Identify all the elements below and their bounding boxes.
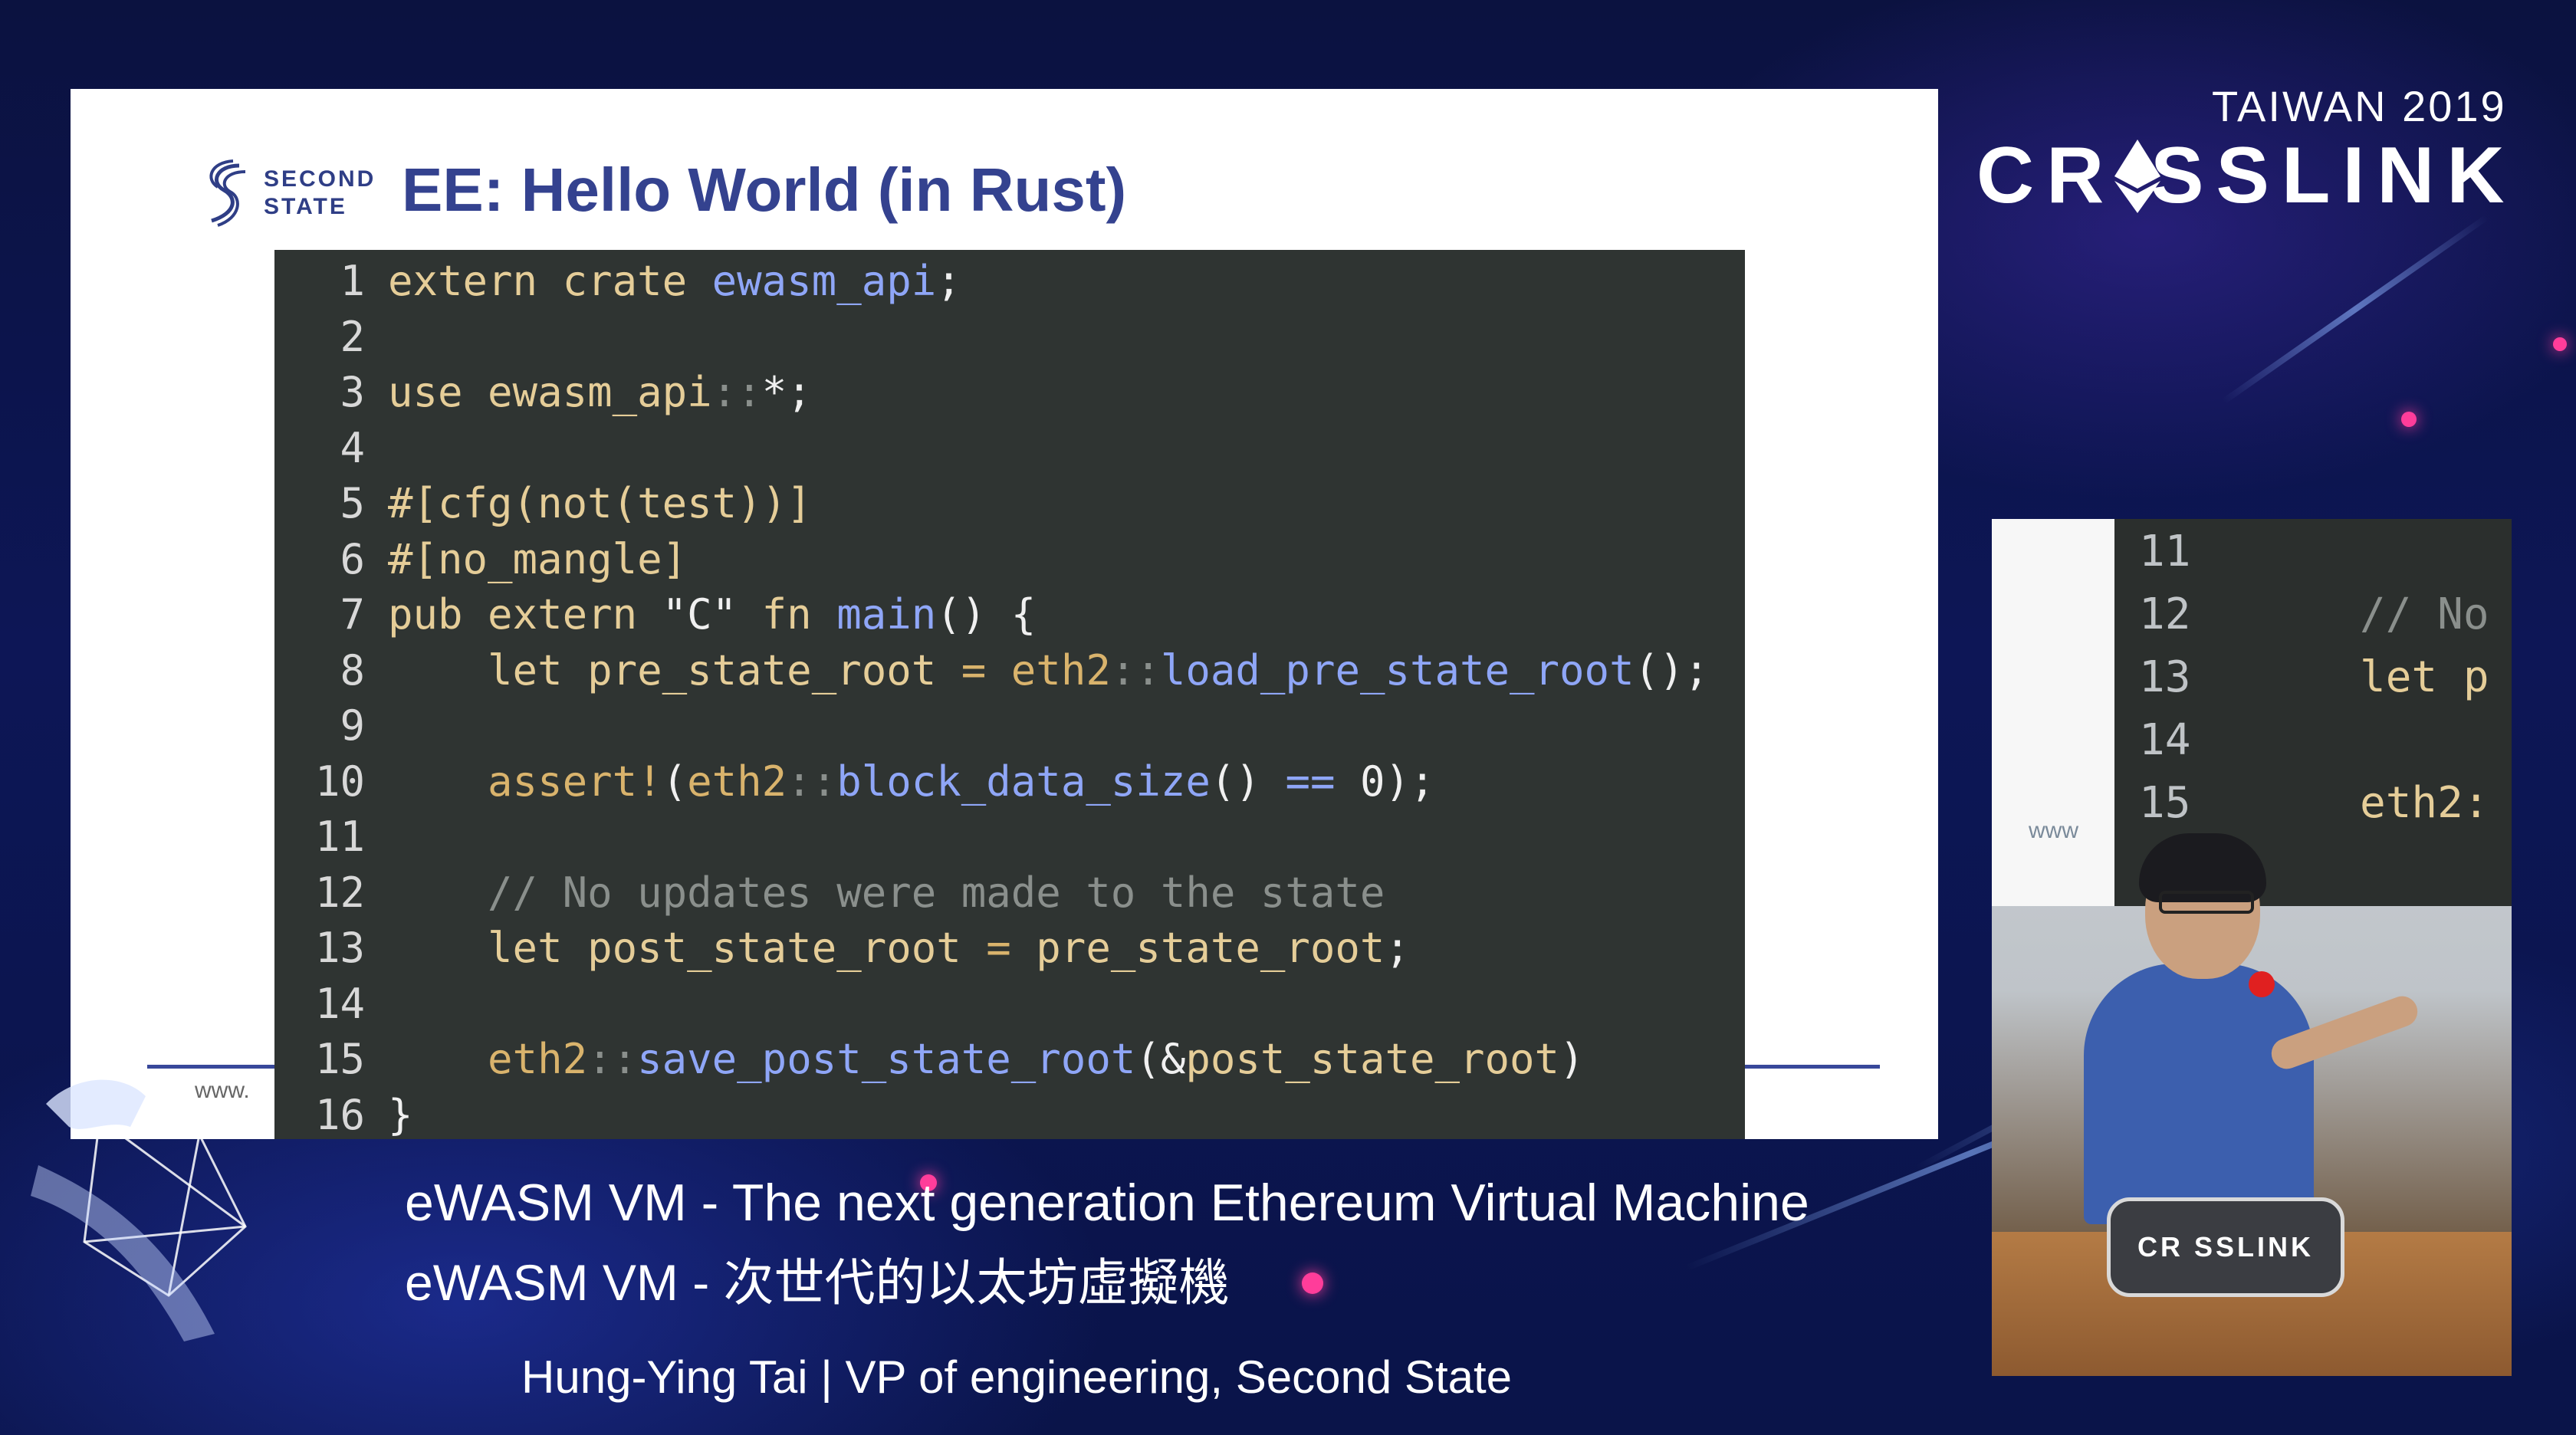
code-line: 14: [274, 976, 1745, 1032]
logo-wordmark: SECOND STATE: [264, 166, 376, 221]
code-line: 3 use ewasm_api::*;: [274, 364, 1745, 420]
podium-logo: CR SSLINK: [2107, 1197, 2344, 1297]
background-streak: [2221, 214, 2489, 405]
line-number: 14: [314, 979, 365, 1028]
ethereum-diamond-icon: [2114, 140, 2160, 213]
event-edition: TAIWAN 2019: [2212, 82, 2507, 130]
line-number: 4: [340, 423, 365, 472]
second-state-logo: SECOND STATE: [201, 159, 385, 236]
projected-line-number: 11: [2139, 527, 2191, 576]
slide-title: EE: Hello World (in Rust): [402, 156, 1127, 224]
line-number: 9: [340, 701, 365, 750]
talk-title-chinese: eWASM VM - 次世代的以太坊虛擬機: [405, 1254, 1230, 1311]
code-line: 2: [274, 309, 1745, 365]
line-number: 13: [314, 924, 365, 972]
speaker-glasses: [2159, 891, 2254, 914]
code-line: 11: [274, 809, 1745, 865]
projected-line-number: 15: [2139, 778, 2191, 828]
code-text: extern crate ewasm_api;: [388, 257, 961, 305]
code-line: 1 extern crate ewasm_api;: [274, 253, 1745, 309]
line-number: 3: [340, 368, 365, 416]
code-text: #[cfg(not(test))]: [388, 479, 812, 527]
code-line: 12 // No updates were made to the state: [274, 865, 1745, 921]
code-line: 10 assert!(eth2::block_data_size() == 0)…: [274, 754, 1745, 809]
projected-slide-edge: [1992, 519, 2114, 906]
line-number: 8: [340, 645, 365, 695]
background-dot: [2553, 337, 2567, 351]
projected-line-number: 14: [2139, 715, 2191, 765]
code-line: 9: [274, 698, 1745, 754]
projected-code-text: // No: [2360, 589, 2489, 639]
code-line: 5 #[cfg(not(test))]: [274, 475, 1745, 531]
footer-divider: [1742, 1065, 1880, 1069]
code-line: 4: [274, 420, 1745, 476]
code-line: 7 pub extern "C" fn main() {: [274, 586, 1745, 642]
presentation-slide: SECOND STATE EE: Hello World (in Rust) w…: [71, 89, 1938, 1139]
code-line: 6 #[no_mangle]: [274, 531, 1745, 587]
microphone-icon: [2249, 971, 2275, 997]
line-number: 10: [314, 757, 365, 806]
line-number: 5: [340, 479, 365, 527]
code-text: // No updates were made to the state: [388, 868, 1385, 917]
code-line: 16}: [274, 1087, 1745, 1140]
background-dot: [2401, 412, 2417, 427]
logo-text-line2: STATE: [264, 194, 347, 219]
projected-code-text: let p: [2360, 652, 2489, 702]
speaker-body: [2084, 964, 2314, 1224]
code-text: eth2::save_post_state_root(&post_state_r…: [388, 1035, 1585, 1083]
background-dot: [1302, 1272, 1323, 1294]
line-number: 1: [340, 257, 365, 305]
code-text: let post_state_root = pre_state_root;: [388, 924, 1410, 972]
code-text: pub extern "C" fn main() {: [388, 590, 1037, 639]
line-number: 7: [340, 590, 365, 639]
unicorn-logo-graphic: [31, 1079, 247, 1341]
second-state-logo-icon: [209, 159, 246, 227]
line-number: 12: [314, 868, 365, 917]
talk-title-english: eWASM VM - The next generation Ethereum …: [405, 1174, 1809, 1232]
code-line: 15 eth2::save_post_state_root(&post_stat…: [274, 1031, 1745, 1087]
projected-line-number: 12: [2139, 589, 2191, 639]
code-line: 13 let post_state_root = pre_state_root;: [274, 920, 1745, 976]
line-number: 6: [340, 534, 365, 583]
logo-text-line1: SECOND: [264, 166, 376, 192]
projected-code-text: eth2:: [2360, 778, 2489, 828]
code-text: let pre_state_root = eth2::load_pre_stat…: [388, 645, 1710, 695]
projected-url: www: [2029, 818, 2078, 843]
line-number: 11: [314, 813, 365, 861]
projected-line-number: 13: [2139, 652, 2191, 702]
line-number: 2: [340, 312, 365, 361]
code-text: #[no_mangle]: [388, 534, 688, 583]
code-text: assert!(eth2::block_data_size() == 0);: [388, 757, 1435, 806]
event-brand-name: CR SSLINK: [1976, 131, 2517, 220]
code-text: use ewasm_api::*;: [388, 368, 812, 416]
code-line: 8 let pre_state_root = eth2::load_pre_st…: [274, 642, 1745, 698]
speaker-name: Hung-Ying Tai | VP of engineering, Secon…: [521, 1351, 1513, 1403]
code-block: 1 extern crate ewasm_api; 2 3 use ewasm_api:…: [274, 250, 1745, 1139]
speaker-camera-inset: www 11 12 // No 13 let p 14 15 eth2: CR SSLINK: [1992, 519, 2512, 1376]
